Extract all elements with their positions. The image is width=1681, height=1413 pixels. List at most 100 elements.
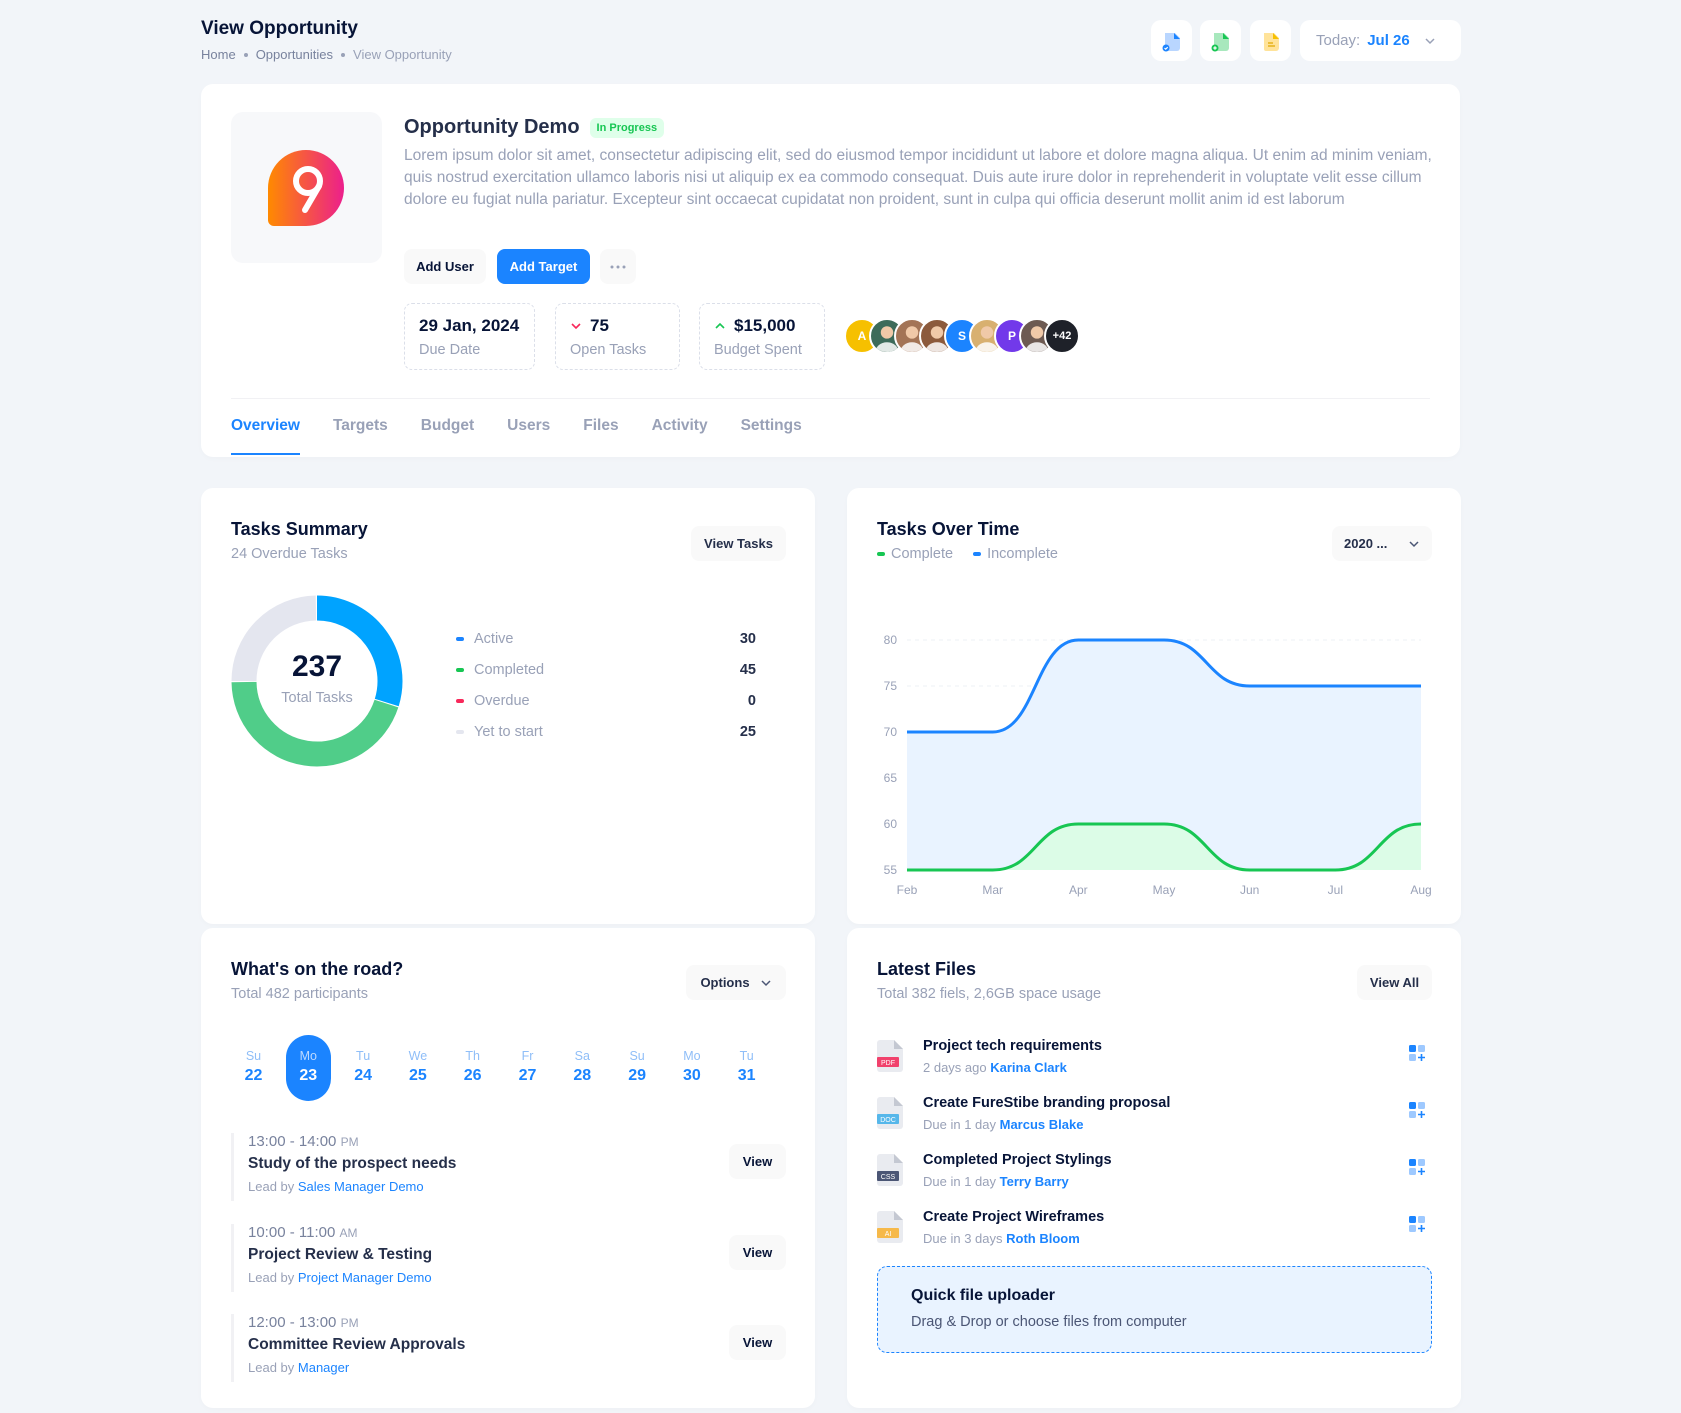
file-date: Due in 3 days bbox=[923, 1231, 1003, 1246]
day-date: 23 bbox=[299, 1067, 318, 1084]
tab-files[interactable]: Files bbox=[583, 417, 618, 455]
file-name[interactable]: Project tech requirements bbox=[923, 1038, 1102, 1054]
file-add-button[interactable] bbox=[1200, 20, 1241, 61]
view-event-button[interactable]: View bbox=[729, 1234, 786, 1270]
view-event-button[interactable]: View bbox=[729, 1325, 786, 1360]
legend-label: Overdue bbox=[474, 693, 530, 709]
file-owner[interactable]: Terry Barry bbox=[1000, 1174, 1069, 1189]
file-action-button[interactable] bbox=[1408, 1215, 1426, 1238]
calendar-day[interactable]: Tu 24 bbox=[341, 1035, 386, 1101]
file-action-button[interactable] bbox=[1408, 1158, 1426, 1181]
file-name[interactable]: Completed Project Stylings bbox=[923, 1152, 1112, 1168]
uploader-title: Quick file uploader bbox=[911, 1287, 1056, 1304]
file-owner[interactable]: Karina Clark bbox=[990, 1060, 1067, 1075]
calendar-day[interactable]: Mo 30 bbox=[669, 1035, 714, 1101]
day-name: Tu bbox=[739, 1049, 754, 1063]
file-check-button[interactable] bbox=[1151, 20, 1192, 61]
lead-link[interactable]: Sales Manager Demo bbox=[298, 1179, 424, 1194]
calendar-day[interactable]: Th 26 bbox=[450, 1035, 495, 1101]
x-tick-label: Apr bbox=[1069, 883, 1088, 897]
schedule-event: 10:00 - 11:00 AM Project Review & Testing… bbox=[231, 1223, 786, 1292]
calendar-day[interactable]: Fr 27 bbox=[505, 1035, 550, 1101]
legend-label: Completed bbox=[474, 662, 545, 678]
calendar-day[interactable]: Su 29 bbox=[615, 1035, 660, 1101]
calendar-day[interactable]: Su 22 bbox=[231, 1035, 276, 1101]
avatar-initial: A bbox=[857, 329, 867, 343]
day-name: We bbox=[408, 1049, 428, 1063]
options-dropdown[interactable]: Options bbox=[686, 965, 786, 1000]
breadcrumb-opportunities[interactable]: Opportunities bbox=[256, 47, 333, 62]
event-lead: Lead by Sales Manager Demo bbox=[248, 1179, 786, 1194]
y-tick-label: 60 bbox=[884, 817, 898, 831]
options-label: Options bbox=[700, 975, 750, 990]
file-note-button[interactable] bbox=[1250, 20, 1291, 61]
file-meta: Due in 3 days Roth Bloom bbox=[923, 1231, 1080, 1246]
view-all-button[interactable]: View All bbox=[1357, 965, 1432, 1000]
file-add-icon bbox=[1211, 32, 1229, 51]
file-doc-icon: DOC bbox=[877, 1097, 903, 1129]
tab-targets[interactable]: Targets bbox=[333, 417, 388, 455]
event-period: AM bbox=[339, 1225, 358, 1240]
breadcrumb-home[interactable]: Home bbox=[201, 47, 236, 62]
calendar-day[interactable]: Tu 31 bbox=[724, 1035, 769, 1101]
lead-link[interactable]: Project Manager Demo bbox=[298, 1270, 432, 1285]
stat-label: Budget Spent bbox=[714, 342, 802, 358]
lead-link[interactable]: Manager bbox=[298, 1360, 349, 1375]
opportunity-name: Opportunity Demo bbox=[404, 116, 580, 138]
tab-activity[interactable]: Activity bbox=[652, 417, 708, 455]
file-type-label: DOC bbox=[880, 1117, 896, 1124]
event-lead: Lead by Manager bbox=[248, 1360, 786, 1375]
x-tick-label: Jul bbox=[1328, 883, 1343, 897]
legend-value: 30 bbox=[739, 631, 756, 647]
card-subtitle: 24 Overdue Tasks bbox=[231, 546, 348, 562]
file-note-icon bbox=[1263, 32, 1279, 51]
stat-label: Due Date bbox=[419, 342, 481, 358]
stat-open-tasks: 75 Open Tasks bbox=[555, 303, 680, 370]
day-date: 31 bbox=[737, 1067, 756, 1084]
event-time-range: 10:00 - 11:00 bbox=[248, 1223, 336, 1241]
event-time: 12:00 - 13:00 PM bbox=[248, 1314, 786, 1331]
calendar-day[interactable]: Sa 28 bbox=[560, 1035, 605, 1101]
tab-budget[interactable]: Budget bbox=[421, 417, 474, 455]
day-name: Su bbox=[245, 1049, 262, 1063]
day-date: 30 bbox=[682, 1067, 701, 1084]
add-target-button[interactable]: Add Target bbox=[497, 249, 590, 284]
file-action-button[interactable] bbox=[1408, 1101, 1426, 1124]
file-name[interactable]: Create FureStibe branding proposal bbox=[923, 1095, 1170, 1111]
lead-label: Lead by bbox=[248, 1269, 295, 1285]
file-type-label: CSS bbox=[881, 1174, 896, 1181]
y-tick-label: 75 bbox=[884, 679, 898, 693]
tasks-over-time-card: Tasks Over Time Complete Incomplete 2020 … bbox=[847, 488, 1461, 924]
add-user-button[interactable]: Add User bbox=[404, 249, 486, 284]
stat-value: $15,000 bbox=[734, 316, 796, 335]
file-name[interactable]: Create Project Wireframes bbox=[923, 1209, 1104, 1225]
file-item: DOC Create FureStibe branding proposal Due… bbox=[877, 1095, 1432, 1143]
tab-users[interactable]: Users bbox=[507, 417, 550, 455]
calendar-day[interactable]: Mo 23 bbox=[285, 1035, 331, 1101]
day-name: Mo bbox=[299, 1049, 317, 1063]
more-users-badge[interactable]: +42 bbox=[1044, 318, 1080, 354]
event-lead: Lead by Project Manager Demo bbox=[248, 1270, 786, 1285]
legend-bullet bbox=[456, 699, 464, 703]
file-owner[interactable]: Roth Bloom bbox=[1006, 1231, 1080, 1246]
avatar-group: A S P +42 bbox=[844, 318, 1080, 354]
x-tick-label: Aug bbox=[1410, 883, 1431, 897]
tab-settings[interactable]: Settings bbox=[741, 417, 802, 455]
tasks-area-chart: 55 60 65 70 75 80 Feb Mar Apr May Jun Jul Aug bbox=[884, 633, 1432, 897]
more-options-button[interactable] bbox=[600, 249, 636, 284]
calendar-day[interactable]: We 25 bbox=[395, 1035, 440, 1101]
view-tasks-button[interactable]: View Tasks bbox=[691, 526, 786, 561]
file-owner[interactable]: Marcus Blake bbox=[1000, 1117, 1084, 1132]
legend-bullet bbox=[456, 668, 464, 672]
file-item: CSS Completed Project Stylings Due in 1 da… bbox=[877, 1152, 1432, 1200]
tab-overview[interactable]: Overview bbox=[231, 417, 300, 455]
card-title: Latest Files bbox=[877, 959, 977, 979]
date-selector[interactable]: Today: Jul 26 bbox=[1300, 20, 1461, 61]
file-action-button[interactable] bbox=[1408, 1044, 1426, 1067]
view-event-button[interactable]: View bbox=[729, 1144, 786, 1179]
stat-value: 29 Jan, 2024 bbox=[419, 316, 520, 335]
category-add-icon bbox=[1409, 1159, 1425, 1175]
quick-file-uploader[interactable]: Quick file uploader Drag & Drop or choos… bbox=[877, 1266, 1432, 1353]
day-date: 25 bbox=[408, 1067, 427, 1084]
event-period: PM bbox=[340, 1316, 359, 1330]
